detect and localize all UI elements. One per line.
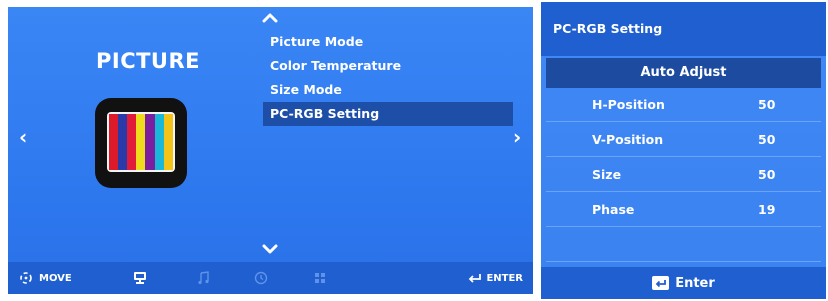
move-dpad-icon xyxy=(20,272,32,284)
menu-item-pc-rgb-setting[interactable]: PC-RGB Setting xyxy=(263,102,513,126)
enter-hint: ENTER xyxy=(468,262,523,294)
enter-arrow-icon xyxy=(469,274,482,283)
size-row[interactable]: Size 50 xyxy=(546,158,821,192)
clock-icon[interactable] xyxy=(253,270,269,286)
h-position-row[interactable]: H-Position 50 xyxy=(546,88,821,122)
monitor-icon[interactable] xyxy=(132,270,148,286)
scroll-down-icon[interactable] xyxy=(262,244,278,254)
picture-menu-panel: PICTURE ‹ › Picture Mode Color Temperatu… xyxy=(8,7,533,294)
size-label: Size xyxy=(592,167,622,182)
music-icon[interactable] xyxy=(196,270,212,286)
empty-row xyxy=(546,228,821,262)
pc-rgb-setting-panel: PC-RGB Setting Auto Adjust H-Position 50… xyxy=(541,2,826,299)
picture-title: PICTURE xyxy=(95,49,200,73)
menu-item-size-mode[interactable]: Size Mode xyxy=(263,78,513,102)
tv-color-bars-icon xyxy=(95,98,187,188)
v-position-value: 50 xyxy=(758,132,776,147)
pc-rgb-footer: Enter xyxy=(541,267,826,299)
v-position-row[interactable]: V-Position 50 xyxy=(546,123,821,157)
h-position-label: H-Position xyxy=(592,97,665,112)
size-value: 50 xyxy=(758,167,776,182)
phase-value: 19 xyxy=(758,202,776,217)
h-position-value: 50 xyxy=(758,97,776,112)
phase-label: Phase xyxy=(592,202,635,217)
move-hint: MOVE xyxy=(19,262,72,294)
pc-rgb-title: PC-RGB Setting xyxy=(541,2,826,56)
picture-menu-list: Picture Mode Color Temperature Size Mode… xyxy=(263,30,513,126)
picture-menu-footer: MOVE ENTER xyxy=(8,262,533,294)
move-label: MOVE xyxy=(39,272,72,284)
menu-item-picture-mode[interactable]: Picture Mode xyxy=(263,30,513,54)
enter-key-icon xyxy=(652,276,670,290)
grid-icon[interactable] xyxy=(312,270,328,286)
previous-arrow-button[interactable]: ‹ xyxy=(19,127,27,147)
scroll-up-icon[interactable] xyxy=(262,13,278,23)
v-position-label: V-Position xyxy=(592,132,664,147)
phase-row[interactable]: Phase 19 xyxy=(546,193,821,227)
enter-button-label[interactable]: Enter xyxy=(675,276,715,291)
menu-item-color-temperature[interactable]: Color Temperature xyxy=(263,54,513,78)
auto-adjust-button[interactable]: Auto Adjust xyxy=(546,58,821,88)
next-arrow-button[interactable]: › xyxy=(513,127,521,147)
enter-label: ENTER xyxy=(486,272,523,284)
